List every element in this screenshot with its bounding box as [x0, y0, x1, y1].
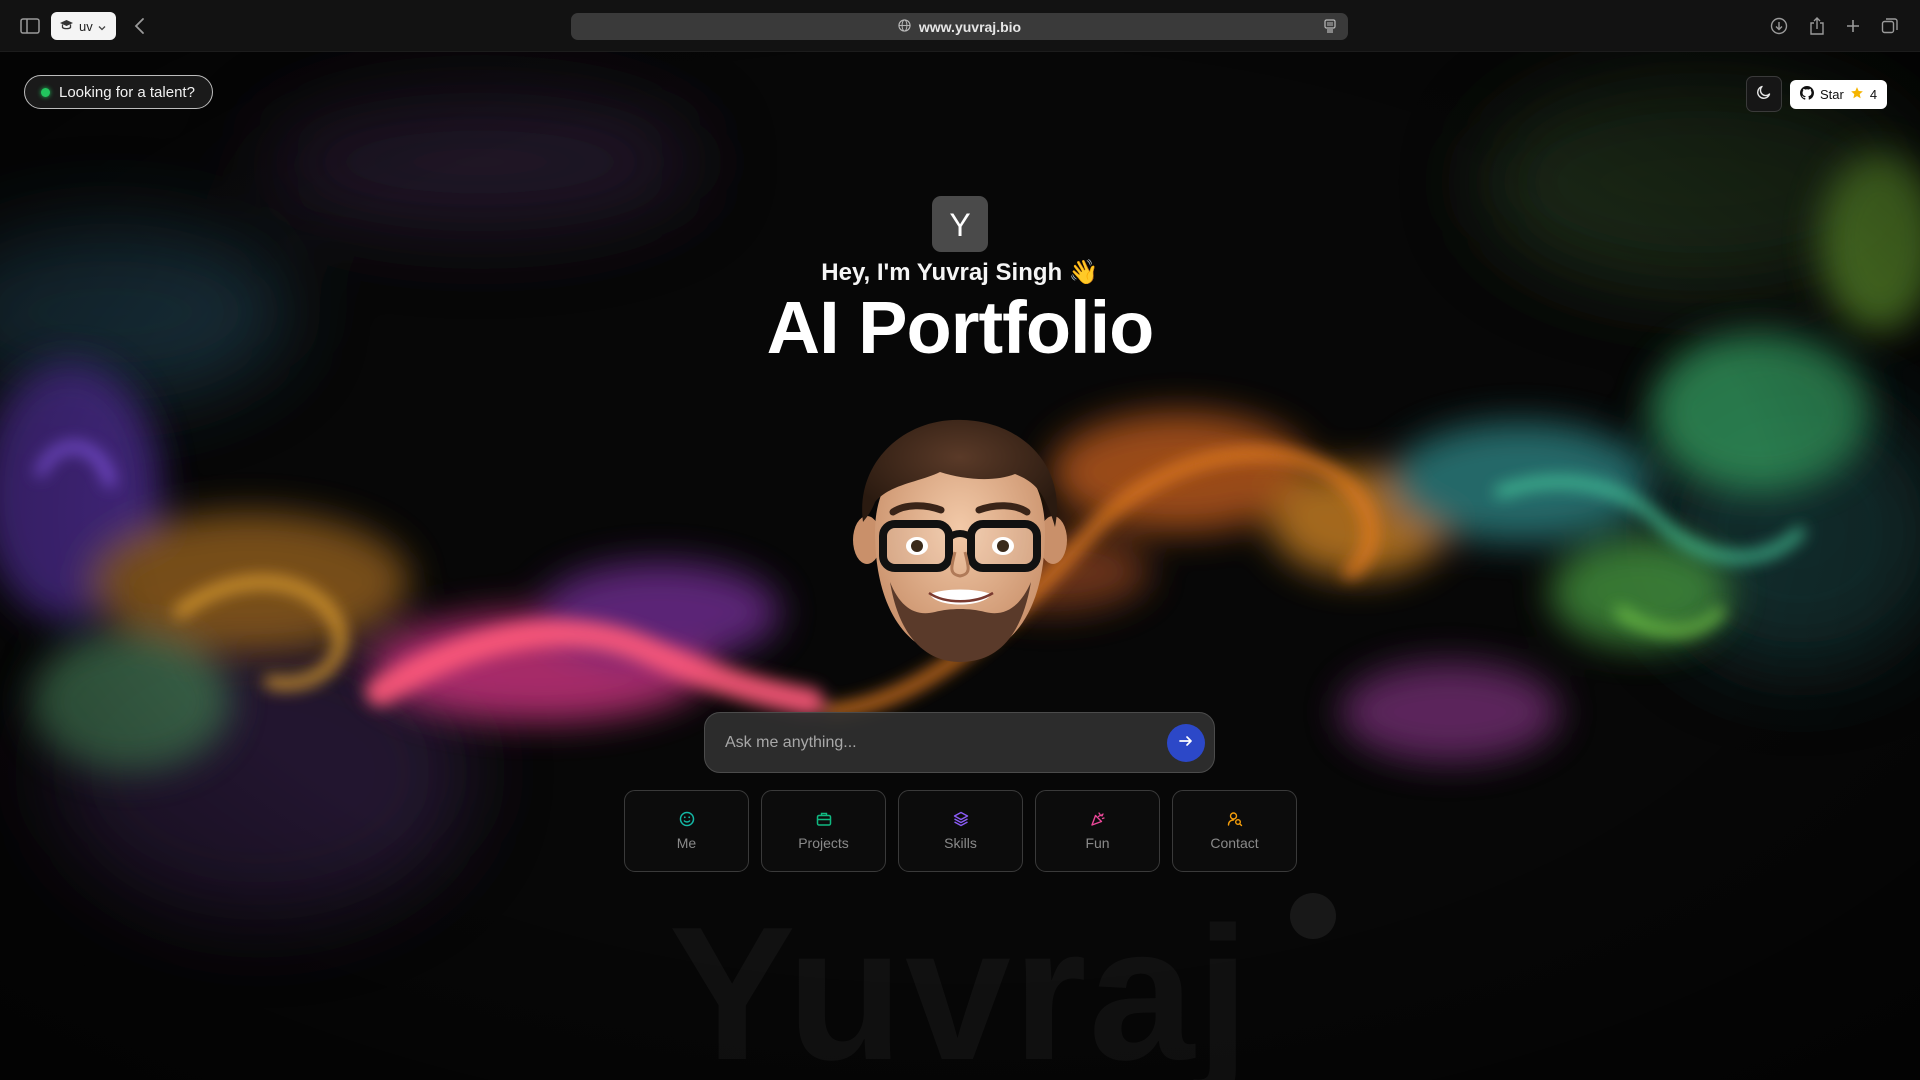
- quick-link-label: Fun: [1085, 835, 1110, 851]
- quick-link-label: Projects: [798, 835, 849, 851]
- moon-icon: [1756, 84, 1772, 105]
- quick-link-skills[interactable]: Skills: [898, 790, 1023, 872]
- globe-icon: [898, 18, 911, 35]
- graduation-cap-icon: [59, 19, 74, 34]
- talent-label: Looking for a talent?: [59, 83, 195, 101]
- quick-link-me[interactable]: Me: [624, 790, 749, 872]
- layers-icon: [953, 811, 969, 830]
- arrow-right-icon: [1178, 733, 1194, 754]
- url-text: www.yuvraj.bio: [918, 18, 1022, 35]
- ask-input[interactable]: [725, 713, 1145, 772]
- sidebar-toggle-icon[interactable]: [18, 14, 42, 38]
- tab-group-label: uv: [79, 18, 93, 34]
- smile-icon: [679, 811, 695, 830]
- tab-overview-icon[interactable]: [1878, 14, 1902, 38]
- party-popper-icon: [1090, 811, 1106, 830]
- theme-toggle-button[interactable]: [1746, 76, 1782, 112]
- site-logo: Y: [932, 196, 988, 252]
- browser-window: uv www.yuvraj.bio Looking for a talent? …: [0, 0, 1920, 1080]
- star-count: 4: [1869, 87, 1878, 102]
- github-star-button[interactable]: Star 4: [1790, 80, 1888, 109]
- quick-link-label: Skills: [944, 835, 977, 851]
- download-icon[interactable]: [1767, 14, 1791, 38]
- back-icon[interactable]: [128, 14, 152, 38]
- name-watermark: Yuvraj: [0, 885, 1920, 1080]
- user-search-icon: [1227, 811, 1243, 830]
- quick-link-label: Contact: [1210, 835, 1259, 851]
- chevron-down-icon: [98, 19, 106, 34]
- reader-mode-icon[interactable]: [1324, 19, 1336, 36]
- quick-link-fun[interactable]: Fun: [1035, 790, 1160, 872]
- quick-link-contact[interactable]: Contact: [1172, 790, 1297, 872]
- logo-letter: Y: [949, 207, 970, 241]
- greeting-text: Hey, I'm Yuvraj Singh 👋: [821, 259, 1099, 286]
- watermark-dot: [1290, 893, 1336, 939]
- status-dot: [41, 87, 50, 97]
- new-tab-icon[interactable]: [1841, 14, 1865, 38]
- quick-link-label: Me: [676, 835, 697, 851]
- share-icon[interactable]: [1805, 14, 1829, 38]
- address-bar[interactable]: www.yuvraj.bio: [571, 13, 1348, 40]
- star-label: Star: [1820, 87, 1844, 102]
- page-viewport: Looking for a talent? Star 4 Y Hey, I'm …: [0, 52, 1920, 1080]
- ask-input-container: [704, 712, 1215, 773]
- send-button[interactable]: [1167, 724, 1205, 762]
- briefcase-icon: [816, 811, 832, 830]
- looking-for-talent-button[interactable]: Looking for a talent?: [24, 75, 213, 109]
- memoji-avatar: [853, 419, 1067, 662]
- page-title: AI Portfolio: [766, 286, 1155, 369]
- tab-group-selector[interactable]: uv: [51, 12, 116, 40]
- browser-toolbar: uv www.yuvraj.bio: [0, 0, 1920, 52]
- star-icon: [1850, 86, 1864, 103]
- quick-link-projects[interactable]: Projects: [761, 790, 886, 872]
- github-icon: [1800, 86, 1814, 103]
